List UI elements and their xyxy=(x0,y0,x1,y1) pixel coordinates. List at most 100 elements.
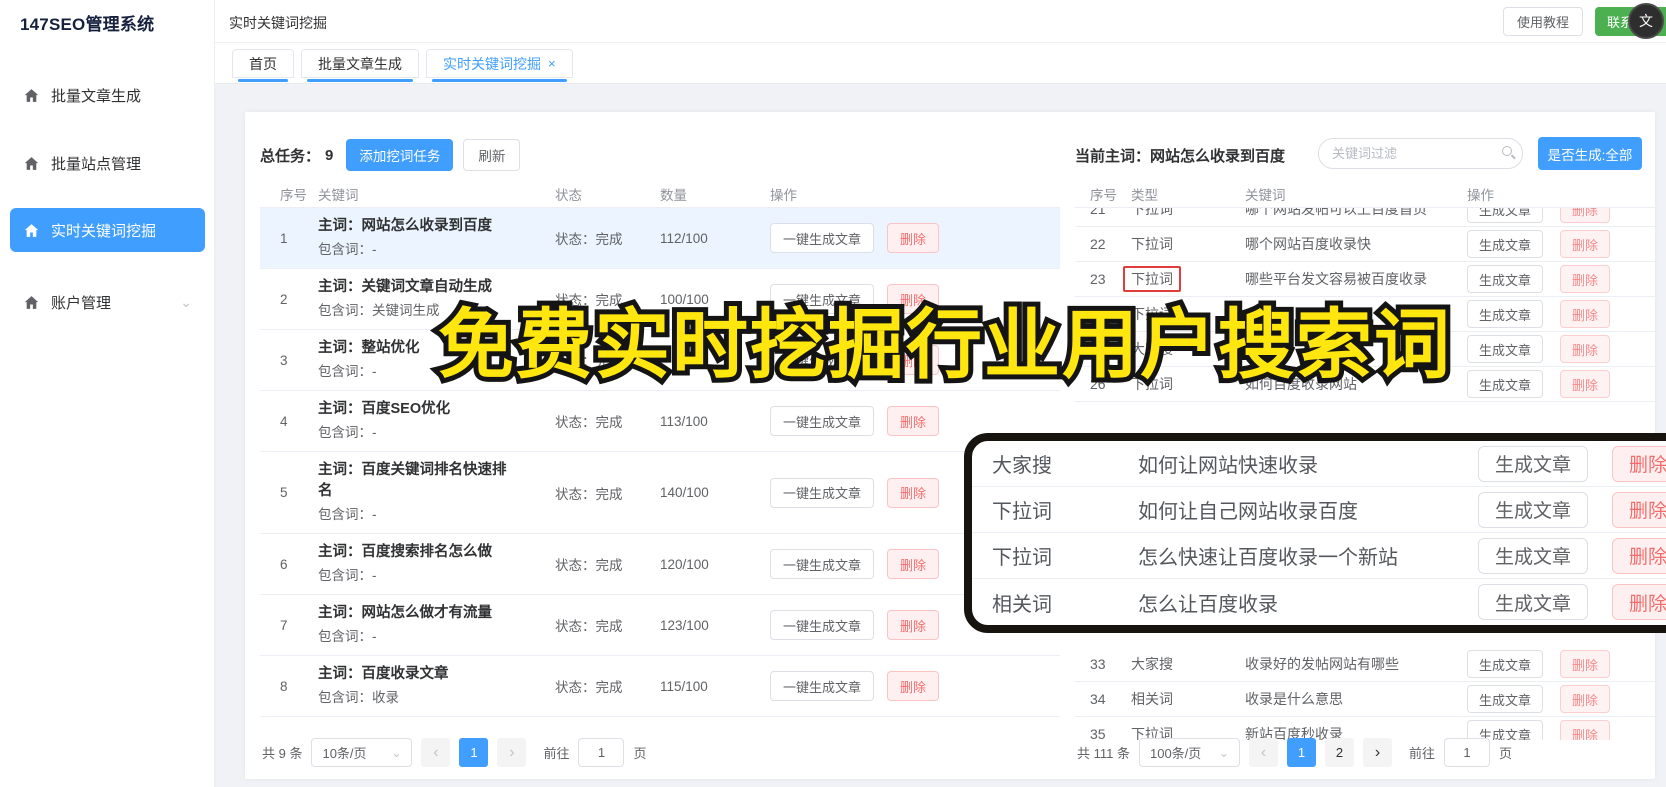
tab-batch-articles[interactable]: 批量文章生成 xyxy=(301,49,419,82)
column-header-index: 序号 xyxy=(280,187,307,203)
generate-article-button[interactable]: 一键生成文章 xyxy=(770,477,875,508)
task-contain-words: 包含词：- xyxy=(318,242,377,257)
delete-button[interactable]: 删除 xyxy=(887,345,940,375)
delete-button[interactable]: 删除 xyxy=(1560,650,1611,678)
goto-page-input[interactable] xyxy=(1444,738,1490,767)
column-header-index: 序号 xyxy=(1090,187,1117,203)
delete-button[interactable]: 删除 xyxy=(887,549,940,579)
tutorial-button[interactable]: 使用教程 xyxy=(1503,7,1583,36)
generate-article-button[interactable]: 一键生成文章 xyxy=(770,671,875,701)
delete-button[interactable]: 删除 xyxy=(1560,265,1611,293)
generate-article-button[interactable]: 一键生成文章 xyxy=(770,406,875,436)
next-page-button[interactable]: › xyxy=(497,738,527,767)
keyword-row: 23 下拉词 哪些平台发文容易被百度收录 生成文章 删除 xyxy=(1075,262,1655,297)
generate-article-button[interactable]: 生成文章 xyxy=(1467,300,1544,328)
generate-article-button[interactable]: 生成文章 xyxy=(1467,230,1544,258)
delete-button[interactable]: 删除 xyxy=(1560,370,1611,398)
delete-button[interactable]: 删除 xyxy=(887,406,940,436)
keyword-type: 下拉词 xyxy=(1131,376,1173,392)
task-main-keyword: 主词：整站优化 xyxy=(318,340,420,356)
sidebar-item-batch-articles[interactable]: 批量文章生成 xyxy=(10,73,205,117)
delete-button[interactable]: 删除 xyxy=(887,610,940,640)
delete-button[interactable]: 删除 xyxy=(887,284,940,314)
zoomed-keyword-row: 大家搜 如何让网站快速收录 生成文章 删除 xyxy=(972,441,1666,487)
generate-article-button[interactable]: 一键生成文章 xyxy=(770,345,875,375)
topbar: 实时关键词挖掘 使用教程 联系客服 文 xyxy=(215,0,1666,43)
add-task-button[interactable]: 添加挖词任务 xyxy=(346,139,454,171)
generate-article-button[interactable]: 生成文章 xyxy=(1478,584,1589,620)
keyword-index: 33 xyxy=(1090,656,1106,672)
generate-article-button[interactable]: 生成文章 xyxy=(1467,335,1544,363)
task-count: 140/100 xyxy=(660,485,709,500)
task-index: 6 xyxy=(280,556,288,572)
generate-article-button[interactable]: 一键生成文章 xyxy=(770,223,875,253)
generate-article-button[interactable]: 生成文章 xyxy=(1467,208,1544,223)
zoomed-keyword-row: 下拉词 怎么快速让百度收录一个新站 生成文章 删除 xyxy=(972,533,1666,579)
goto-page-input[interactable] xyxy=(578,738,625,767)
generate-article-button[interactable]: 一键生成文章 xyxy=(770,284,875,314)
keyword-type: 相关词 xyxy=(1131,691,1173,707)
generate-article-button[interactable]: 生成文章 xyxy=(1478,537,1589,574)
task-pagination: 共 9 条 10条/页 ⌄ ‹ 1 › 前往 页 xyxy=(262,738,647,767)
column-header-keyword: 关键词 xyxy=(1245,187,1286,203)
generate-article-button[interactable]: 生成文章 xyxy=(1467,720,1544,740)
generate-article-button[interactable]: 生成文章 xyxy=(1467,370,1544,398)
task-index: 4 xyxy=(280,413,288,429)
prev-page-button[interactable]: ‹ xyxy=(421,738,451,767)
page-button-1[interactable]: 1 xyxy=(1286,738,1316,767)
translate-widget-icon[interactable]: 文 xyxy=(1628,3,1664,39)
keyword-filter-input[interactable] xyxy=(1318,138,1523,169)
page-size-select[interactable]: 100条/页 ⌄ xyxy=(1138,738,1240,767)
page-button-1[interactable]: 1 xyxy=(459,738,489,767)
task-contain-words: 包含词：关键词生成 xyxy=(318,303,440,318)
tab-label: 实时关键词挖掘 xyxy=(443,55,541,72)
goto-unit: 页 xyxy=(1499,746,1513,761)
delete-button[interactable]: 删除 xyxy=(1560,720,1611,740)
delete-button[interactable]: 删除 xyxy=(1560,685,1611,713)
delete-button[interactable]: 删除 xyxy=(1560,230,1611,258)
task-status: 状态：完成 xyxy=(555,486,623,502)
prev-page-button[interactable]: ‹ xyxy=(1248,738,1278,767)
task-main-keyword: 主词：百度SEO优化 xyxy=(318,401,451,417)
total-tasks-label: 总任务： xyxy=(260,147,321,165)
generate-article-button[interactable]: 生成文章 xyxy=(1467,265,1544,293)
delete-button[interactable]: 删除 xyxy=(1612,491,1666,528)
delete-button[interactable]: 删除 xyxy=(1560,208,1611,223)
task-status: 状态：完成 xyxy=(555,232,623,247)
page-button-2[interactable]: 2 xyxy=(1324,738,1354,767)
delete-button[interactable]: 删除 xyxy=(887,223,940,253)
generate-article-button[interactable]: 生成文章 xyxy=(1478,445,1589,482)
generate-article-button[interactable]: 一键生成文章 xyxy=(770,610,875,640)
zoom-callout-box: 大家搜 如何让网站快速收录 生成文章 删除 下拉词 如何让自己网站收录百度 生成… xyxy=(964,433,1666,633)
delete-button[interactable]: 删除 xyxy=(1560,300,1611,328)
generate-article-button[interactable]: 生成文章 xyxy=(1478,491,1589,528)
generate-article-button[interactable]: 生成文章 xyxy=(1467,685,1544,713)
column-header-status: 状态 xyxy=(555,187,582,203)
sidebar-item-batch-sites[interactable]: 批量站点管理 xyxy=(10,141,205,185)
generate-article-button[interactable]: 生成文章 xyxy=(1467,650,1544,678)
task-contain-words: 包含词：- xyxy=(318,425,377,440)
keyword-type: 下拉词 xyxy=(992,501,1052,523)
delete-button[interactable]: 删除 xyxy=(887,671,940,701)
page-size-select[interactable]: 10条/页 ⌄ xyxy=(311,738,413,767)
delete-button[interactable]: 删除 xyxy=(1560,335,1611,363)
next-page-button[interactable]: › xyxy=(1362,738,1392,767)
keyword-row: 21 下拉词 哪个网站发帖可以上百度首页 生成文章 删除 xyxy=(1075,208,1655,227)
tab-home[interactable]: 首页 xyxy=(232,49,294,82)
chevron-down-icon: ⌄ xyxy=(180,294,192,310)
delete-button[interactable]: 删除 xyxy=(887,477,940,508)
app-window: 147SEO管理系统 批量文章生成 批量站点管理 实时关键词挖掘 账户管理 ⌄ … xyxy=(0,0,1666,787)
delete-button[interactable]: 删除 xyxy=(1612,584,1666,620)
keyword-text: 哪些平台发文容易被百度收录 xyxy=(1245,271,1427,287)
tab-keyword-mining[interactable]: 实时关键词挖掘 × xyxy=(426,49,573,82)
task-count: 100/100 xyxy=(660,291,709,307)
keyword-index: 22 xyxy=(1090,236,1106,252)
generate-all-button[interactable]: 是否生成:全部 xyxy=(1538,137,1642,170)
generate-article-button[interactable]: 一键生成文章 xyxy=(770,549,875,579)
delete-button[interactable]: 删除 xyxy=(1612,445,1666,482)
sidebar-item-keyword-mining[interactable]: 实时关键词挖掘 xyxy=(10,208,205,252)
delete-button[interactable]: 删除 xyxy=(1612,537,1666,574)
refresh-button[interactable]: 刷新 xyxy=(463,139,521,171)
sidebar-item-account[interactable]: 账户管理 ⌄ xyxy=(10,280,205,324)
close-icon[interactable]: × xyxy=(548,56,556,71)
